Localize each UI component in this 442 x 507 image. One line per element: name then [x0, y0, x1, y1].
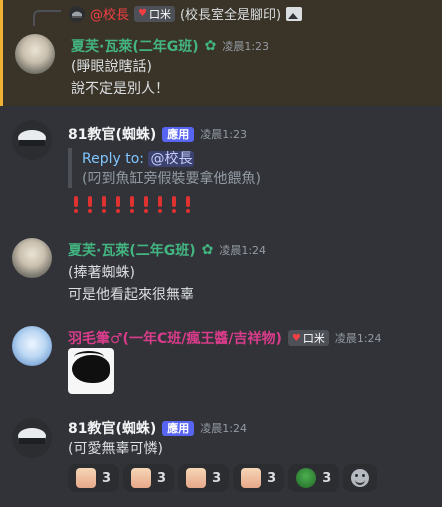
avatar[interactable] [12, 120, 52, 160]
message-text: (捧著蜘蛛) [68, 265, 135, 281]
app-badge: 應用 [162, 420, 195, 436]
add-reaction-icon [351, 469, 370, 487]
app-badge: 應用 [162, 126, 195, 142]
author-name[interactable]: 羽毛筆♂(一年C班/瘋王醬/吉祥物) [68, 328, 282, 348]
reaction-count: 3 [322, 470, 332, 486]
message-text: (可愛無辜可憐) [68, 441, 163, 457]
author-name[interactable]: 夏芙·瓦萊(二年G班) [68, 240, 196, 260]
quote-text: (叼到魚缸旁假裝要拿他餵魚) [82, 171, 261, 187]
timestamp[interactable]: 凌晨1:24 [200, 420, 247, 436]
exclamation-icon [102, 196, 106, 213]
heart-icon: ♥ [291, 332, 301, 344]
message-header: 夏芙·瓦萊(二年G班) ✿ 凌晨1:24 [68, 240, 266, 260]
message-header: 81教官(蜘蛛) 應用 凌晨1:24 [68, 418, 247, 438]
exclamation-emojis [74, 196, 190, 213]
message-text: (睜眼說瞎話) [71, 59, 152, 75]
reply-author-name[interactable]: @校長 [90, 4, 129, 23]
message-text: 說不定是別人！ [71, 81, 169, 97]
reaction-count: 3 [212, 470, 222, 486]
heart-icon: ♥ [138, 8, 147, 19]
chat-log: @校長 ♥ 口米 (校長室全是腳印) 夏芙·瓦萊(二年G班) ✿ 凌晨1:23 (… [0, 0, 442, 507]
author-name[interactable]: 81教官(蜘蛛) [68, 124, 156, 144]
message-3[interactable]: 夏芙·瓦萊(二年G班) ✿ 凌晨1:24 (捧著蜘蛛) 可是他看起來很無辜 [0, 222, 442, 312]
reply-to-label: Reply to: [82, 151, 144, 167]
avatar[interactable] [12, 326, 52, 366]
timestamp[interactable]: 凌晨1:24 [335, 330, 382, 346]
exclamation-icon [88, 196, 92, 213]
exclamation-icon [74, 196, 78, 213]
exclamation-icon [116, 196, 120, 213]
exclamation-icon [158, 196, 162, 213]
message-text: 可是他看起來很無辜 [68, 287, 194, 303]
message-1[interactable]: @校長 ♥ 口米 (校長室全是腳印) 夏芙·瓦萊(二年G班) ✿ 凌晨1:23 (… [0, 0, 442, 106]
add-reaction-button[interactable] [343, 464, 378, 492]
sticker-blob [72, 355, 110, 383]
reaction-button[interactable]: 3 [123, 464, 175, 492]
author-name[interactable]: 夏芙·瓦萊(二年G班) [71, 36, 199, 56]
tag-label: 口米 [302, 332, 325, 345]
author-name[interactable]: 81教官(蜘蛛) [68, 418, 156, 438]
avatar[interactable] [12, 418, 52, 458]
reaction-count: 3 [157, 470, 167, 486]
author-tag: ♥ 口米 [287, 330, 329, 346]
message-header: 81教官(蜘蛛) 應用 凌晨1:23 [68, 124, 247, 144]
avatar[interactable] [15, 34, 55, 74]
reaction-count: 3 [102, 470, 112, 486]
mention-link[interactable]: @校長 [148, 151, 195, 167]
face-emoji-icon [241, 468, 262, 488]
sticker-image[interactable] [68, 348, 114, 394]
reaction-count: 3 [267, 470, 277, 486]
officer-cap-icon [17, 130, 47, 149]
reaction-button[interactable]: 3 [68, 464, 120, 492]
face-emoji-icon [76, 468, 96, 488]
leaf-icon: ✿ [204, 38, 217, 54]
exclamation-icon [130, 196, 134, 213]
exclamation-icon [144, 196, 148, 213]
reply-text: (校長室全是腳印) [179, 8, 282, 23]
reply-author-tag: ♥ 口米 [134, 5, 175, 22]
reply-spine [33, 10, 61, 26]
exclamation-icon [186, 196, 190, 213]
face-emoji-icon [131, 468, 152, 488]
reaction-button[interactable]: 3 [288, 464, 340, 492]
reply-avatar [69, 5, 85, 22]
message-header: 羽毛筆♂(一年C班/瘋王醬/吉祥物) ♥ 口米 凌晨1:24 [68, 328, 382, 348]
message-4[interactable]: 羽毛筆♂(一年C班/瘋王醬/吉祥物) ♥ 口米 凌晨1:24 [0, 312, 442, 404]
message-header: 夏芙·瓦萊(二年G班) ✿ 凌晨1:23 [71, 36, 269, 56]
message-5[interactable]: 81教官(蜘蛛) 應用 凌晨1:24 (可愛無辜可憐) 3 3 3 3 3 [0, 404, 442, 507]
reaction-button[interactable]: 3 [233, 464, 285, 492]
officer-cap-icon [17, 428, 47, 447]
frog-emoji-icon [296, 468, 317, 488]
reaction-button[interactable]: 3 [178, 464, 230, 492]
timestamp[interactable]: 凌晨1:23 [200, 126, 247, 142]
exclamation-icon [172, 196, 176, 213]
reply-preview[interactable]: @校長 ♥ 口米 (校長室全是腳印) [69, 4, 303, 23]
face-emoji-icon [186, 468, 207, 488]
blockquote: Reply to: @校長 (叼到魚缸旁假裝要拿他餵魚) [68, 148, 261, 188]
quote-line: Reply to: @校長 [82, 148, 261, 168]
message-2[interactable]: 81教官(蜘蛛) 應用 凌晨1:23 Reply to: @校長 (叼到魚缸旁假… [0, 106, 442, 222]
leaf-icon: ✿ [201, 242, 214, 258]
image-icon [286, 6, 303, 21]
tag-label: 口米 [148, 7, 171, 21]
avatar[interactable] [12, 238, 52, 278]
reactions-bar: 3 3 3 3 3 [68, 464, 378, 492]
timestamp[interactable]: 凌晨1:23 [222, 38, 269, 54]
timestamp[interactable]: 凌晨1:24 [219, 242, 266, 258]
